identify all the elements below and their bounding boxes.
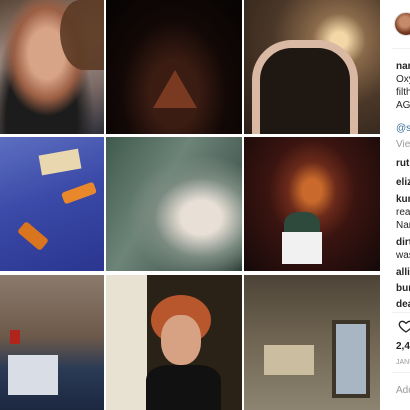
photo-grid — [0, 0, 380, 410]
comment-user[interactable]: bun — [396, 282, 410, 295]
caption-line: AGA — [396, 100, 410, 111]
view-comments-link[interactable]: View — [396, 138, 410, 151]
doorway — [332, 320, 370, 398]
comment-user[interactable]: dirt — [396, 236, 410, 249]
photo-tile-flowers[interactable] — [244, 137, 380, 271]
divider — [392, 312, 410, 313]
comment-text: was — [396, 250, 410, 261]
comment-user[interactable]: dea — [396, 298, 410, 311]
hair-shape — [60, 0, 104, 70]
add-comment-input[interactable]: Add — [396, 384, 410, 397]
post-date: JANU — [396, 359, 410, 366]
photo-tile-smoking[interactable] — [106, 275, 242, 410]
heart-icon[interactable] — [398, 318, 410, 334]
pyramid-shape — [153, 70, 197, 108]
avatar[interactable] — [394, 12, 410, 36]
photo-tile-gallery[interactable] — [244, 275, 380, 410]
museum-sign — [282, 232, 322, 264]
caption-line: Oxy — [396, 74, 410, 85]
photo-tile-pyramid[interactable] — [106, 0, 242, 134]
comment-user[interactable]: kum — [396, 193, 410, 206]
mention-link[interactable]: @sa — [396, 122, 410, 135]
black-clothing — [146, 365, 221, 410]
likes-count[interactable]: 2,4 — [396, 340, 410, 353]
post-sidebar: nar Oxy filth AGA @sa View ruth eliz kum… — [384, 0, 410, 410]
papers — [8, 355, 58, 395]
post-username[interactable]: nar — [396, 60, 410, 73]
pill-bottle-1 — [17, 220, 49, 252]
photo-tile-desk[interactable] — [0, 275, 104, 410]
comment-text: rea — [396, 207, 410, 218]
photo-tile-blur-face[interactable] — [106, 137, 242, 271]
divider — [392, 372, 410, 373]
photo-tile-selfie[interactable] — [0, 0, 104, 134]
caption-line: filth — [396, 87, 410, 98]
photo-tile-mirror[interactable] — [244, 0, 380, 134]
pill-bottle-2 — [60, 181, 98, 205]
mirror-frame — [252, 40, 358, 134]
comment-text: Nan — [396, 220, 410, 231]
paper-note — [38, 148, 82, 176]
display-case — [264, 345, 314, 375]
comment-user[interactable]: ruth — [396, 157, 410, 170]
comment-user[interactable]: allin — [396, 266, 410, 279]
divider — [392, 48, 410, 49]
photo-tile-pills[interactable] — [0, 137, 104, 271]
red-object — [10, 330, 20, 344]
face — [161, 315, 201, 365]
comment-user[interactable]: eliz — [396, 176, 410, 189]
